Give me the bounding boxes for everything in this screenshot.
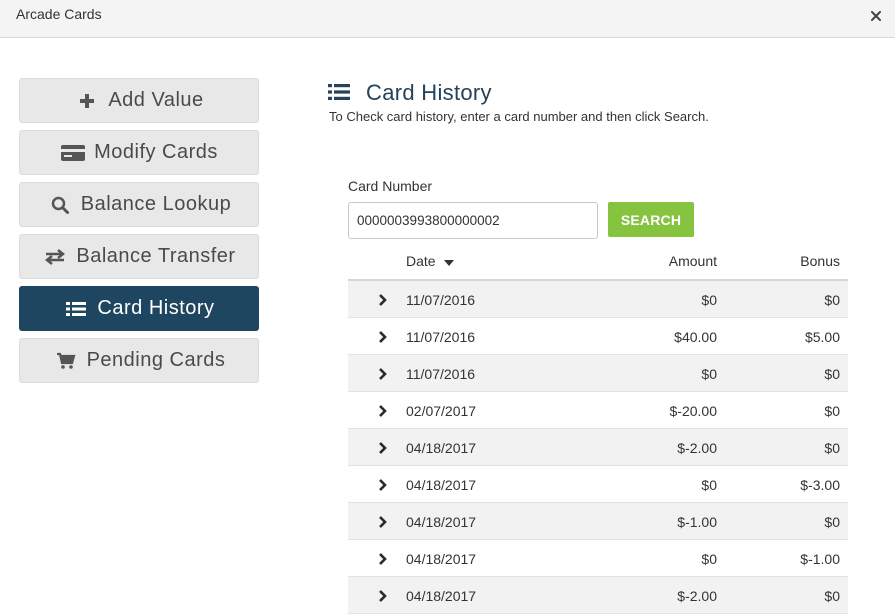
column-header-date[interactable]: Date [406, 253, 454, 269]
table-row[interactable]: 04/18/2017 $-2.00 $0 [348, 429, 848, 466]
table-row[interactable]: 11/07/2016 $0 $0 [348, 281, 848, 318]
sidebar: Add Value Modify Cards Balance Lookup Ba… [19, 78, 259, 390]
chevron-right-icon[interactable] [378, 404, 390, 418]
cell-date: 04/18/2017 [406, 588, 477, 604]
chevron-right-icon[interactable] [378, 330, 390, 344]
cell-bonus: $0 [824, 403, 840, 419]
table-row[interactable]: 04/18/2017 $0 $-1.00 [348, 540, 848, 577]
sidebar-item-label: Balance Lookup [80, 193, 232, 215]
history-table: Date Amount Bonus 11/07/2016 $0 $0 11/07… [348, 244, 848, 614]
chevron-right-icon[interactable] [378, 478, 390, 492]
cell-amount: $0 [701, 477, 717, 493]
column-header-bonus[interactable]: Bonus [800, 253, 840, 269]
sidebar-item-label: Add Value [108, 89, 204, 111]
sidebar-item-pending-cards[interactable]: Pending Cards [19, 338, 259, 383]
table-row[interactable]: 04/18/2017 $0 $-3.00 [348, 466, 848, 503]
table-header: Date Amount Bonus [348, 244, 848, 281]
page-title: Card History [366, 80, 492, 105]
table-row[interactable]: 11/07/2016 $0 $0 [348, 355, 848, 392]
cell-amount: $0 [701, 551, 717, 567]
cell-date: 11/07/2016 [406, 292, 476, 308]
title-bar: Arcade Cards [0, 0, 895, 38]
transfer-arrows-icon [42, 247, 68, 267]
table-row[interactable]: 02/07/2017 $-20.00 $0 [348, 392, 848, 429]
list-icon [328, 83, 350, 106]
close-icon[interactable] [867, 7, 885, 25]
table-row[interactable]: 11/07/2016 $40.00 $5.00 [348, 318, 848, 355]
caret-down-icon [443, 253, 454, 269]
chevron-right-icon[interactable] [378, 293, 390, 307]
sidebar-item-label: Modify Cards [94, 141, 218, 163]
cell-amount: $40.00 [674, 329, 717, 345]
chevron-right-icon[interactable] [378, 367, 390, 381]
cell-date: 04/18/2017 [406, 514, 477, 530]
table-row[interactable]: 04/18/2017 $-2.00 $0 [348, 577, 848, 614]
sidebar-item-label: Card History [97, 297, 215, 319]
table-row[interactable]: 04/18/2017 $-1.00 $0 [348, 503, 848, 540]
cell-date: 11/07/2016 [406, 366, 476, 382]
cell-amount: $-1.00 [677, 514, 717, 530]
list-icon [63, 299, 89, 319]
cell-bonus: $0 [824, 514, 840, 530]
cell-bonus: $5.00 [804, 329, 840, 345]
card-number-label: Card Number [348, 178, 433, 194]
cell-bonus: $0 [824, 292, 840, 308]
sidebar-item-add-value[interactable]: Add Value [19, 78, 259, 123]
search-icon [47, 195, 73, 215]
chevron-right-icon[interactable] [378, 515, 390, 529]
cell-date: 11/07/2016 [406, 329, 476, 345]
chevron-right-icon[interactable] [378, 441, 390, 455]
window-title: Arcade Cards [16, 6, 102, 22]
sidebar-item-label: Pending Cards [86, 349, 226, 371]
cell-date: 02/07/2017 [406, 403, 477, 419]
column-header-amount[interactable]: Amount [669, 253, 717, 269]
column-header-date-label: Date [406, 253, 436, 269]
cell-amount: $-2.00 [677, 440, 717, 456]
sidebar-item-modify-cards[interactable]: Modify Cards [19, 130, 259, 175]
chevron-right-icon[interactable] [378, 552, 390, 566]
plus-icon [74, 91, 100, 111]
cell-amount: $0 [701, 292, 717, 308]
card-number-input[interactable] [348, 202, 598, 239]
sidebar-item-label: Balance Transfer [76, 245, 236, 267]
cell-amount: $-20.00 [669, 403, 717, 419]
cell-amount: $0 [701, 366, 717, 382]
sidebar-item-balance-lookup[interactable]: Balance Lookup [19, 182, 259, 227]
chevron-right-icon[interactable] [378, 589, 390, 603]
cell-amount: $-2.00 [677, 588, 717, 604]
instructions-text: To Check card history, enter a card numb… [329, 109, 709, 124]
cell-bonus: $-1.00 [800, 551, 840, 567]
cart-icon [53, 351, 79, 371]
cell-bonus: $-3.00 [800, 477, 840, 493]
cell-bonus: $0 [824, 366, 840, 382]
cell-bonus: $0 [824, 440, 840, 456]
cell-bonus: $0 [824, 588, 840, 604]
sidebar-item-card-history[interactable]: Card History [19, 286, 259, 331]
sidebar-item-balance-transfer[interactable]: Balance Transfer [19, 234, 259, 279]
cell-date: 04/18/2017 [406, 440, 477, 456]
cell-date: 04/18/2017 [406, 477, 477, 493]
cell-date: 04/18/2017 [406, 551, 477, 567]
search-button[interactable]: SEARCH [608, 202, 694, 237]
credit-card-icon [60, 143, 86, 163]
